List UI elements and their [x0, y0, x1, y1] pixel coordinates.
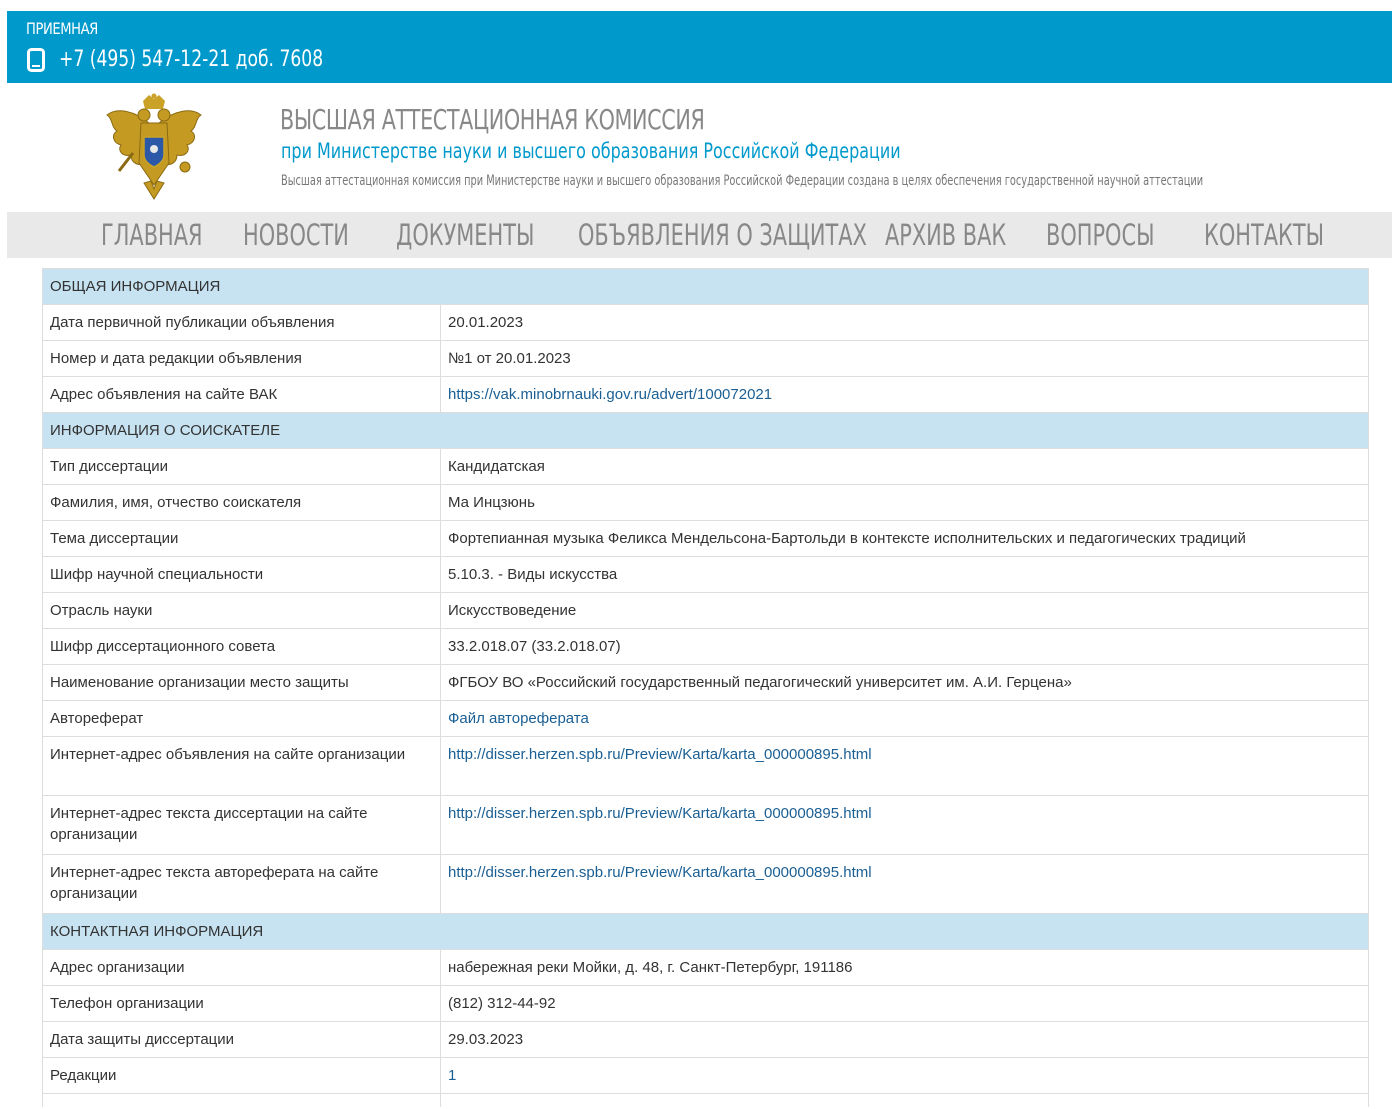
site-title[interactable]: ВЫСШАЯ АТТЕСТАЦИОННАЯ КОМИССИЯ: [280, 103, 705, 136]
table-row: Интернет-адрес текста автореферата на са…: [42, 854, 1369, 914]
mobile-phone-icon: [27, 47, 45, 72]
dissertation-text-link[interactable]: http://disser.herzen.spb.ru/Preview/Kart…: [448, 805, 872, 822]
row-value: Ма Инцзюнь: [440, 484, 1369, 521]
announcement-table: ОБЩАЯ ИНФОРМАЦИЯ Дата первичной публикац…: [42, 268, 1369, 1107]
nav-item-documents[interactable]: ДОКУМЕНТЫ: [396, 218, 534, 252]
row-value-cell: https://vak.minobrnauki.gov.ru/advert/10…: [440, 376, 1369, 413]
row-label: Телефон организации: [42, 985, 441, 1022]
row-value-cell: http://disser.herzen.spb.ru/Preview/Kart…: [440, 795, 1369, 855]
edition-link[interactable]: 1: [448, 1067, 456, 1084]
nav-item-vak-archive[interactable]: АРХИВ ВАК: [885, 218, 1006, 252]
reception-label: ПРИЕМНАЯ: [26, 19, 98, 38]
site-header: ВЫСШАЯ АТТЕСТАЦИОННАЯ КОМИССИЯ при Минис…: [7, 83, 1392, 212]
row-value: 20.01.2023: [440, 304, 1369, 341]
section-header: КОНТАКТНАЯ ИНФОРМАЦИЯ: [42, 913, 1369, 950]
row-value: 5.10.3. - Виды искусства: [440, 556, 1369, 593]
row-label: Тема диссертации: [42, 520, 441, 557]
row-label: Отрасль науки: [42, 592, 441, 629]
section-header: ИНФОРМАЦИЯ О СОИСКАТЕЛЕ: [42, 412, 1369, 449]
nav-item-home[interactable]: ГЛАВНАЯ: [101, 218, 203, 252]
main-nav: ГЛАВНАЯ НОВОСТИ ДОКУМЕНТЫ ОБЪЯВЛЕНИЯ О З…: [7, 212, 1392, 258]
row-value: Фортепианная музыка Феликса Мендельсона-…: [440, 520, 1369, 557]
site-description: Высшая аттестационная комиссия при Минис…: [281, 173, 1204, 189]
row-value: (812) 312-44-92: [440, 985, 1369, 1022]
nav-item-contacts[interactable]: КОНТАКТЫ: [1204, 218, 1324, 252]
nav-item-defense-announcements[interactable]: ОБЪЯВЛЕНИЯ О ЗАЩИТАХ: [578, 218, 867, 252]
row-value-cell: 1: [440, 1057, 1369, 1094]
row-label: Интернет-адрес текста диссертации на сай…: [42, 795, 441, 855]
abstract-text-link[interactable]: http://disser.herzen.spb.ru/Preview/Kart…: [448, 864, 872, 881]
row-label: Наименование организации место защиты: [42, 664, 441, 701]
table-row: Автореферат Файл автореферата: [42, 700, 1369, 737]
org-advert-link[interactable]: http://disser.herzen.spb.ru/Preview/Kart…: [448, 746, 872, 763]
row-label: Шифр научной специальности: [42, 556, 441, 593]
row-label: Дата защиты диссертации: [42, 1021, 441, 1058]
table-row: Дата защиты диссертации 29.03.2023: [42, 1021, 1369, 1058]
table-row: Тема диссертации Фортепианная музыка Фел…: [42, 520, 1369, 557]
table-row: [42, 1093, 1369, 1107]
top-contact-bar: ПРИЕМНАЯ +7 (495) 547-12-21 доб. 7608: [7, 11, 1392, 83]
table-row: Адрес объявления на сайте ВАК https://va…: [42, 376, 1369, 413]
row-label: Интернет-адрес текста автореферата на са…: [42, 854, 441, 914]
table-row: Шифр научной специальности 5.10.3. - Вид…: [42, 556, 1369, 593]
row-value: набережная реки Мойки, д. 48, г. Санкт-П…: [440, 949, 1369, 986]
table-row: Дата первичной публикации объявления 20.…: [42, 304, 1369, 341]
table-row: Шифр диссертационного совета 33.2.018.07…: [42, 628, 1369, 665]
row-value-cell: http://disser.herzen.spb.ru/Preview/Kart…: [440, 854, 1369, 914]
row-label: Адрес объявления на сайте ВАК: [42, 376, 441, 413]
row-value: Искусствоведение: [440, 592, 1369, 629]
table-row: Редакции 1: [42, 1057, 1369, 1094]
row-label: Тип диссертации: [42, 448, 441, 485]
row-label: Адрес организации: [42, 949, 441, 986]
row-label: Шифр диссертационного совета: [42, 628, 441, 665]
row-label: Автореферат: [42, 700, 441, 737]
row-value: 33.2.018.07 (33.2.018.07): [440, 628, 1369, 665]
reception-phone[interactable]: +7 (495) 547-12-21 доб. 7608: [59, 47, 323, 72]
table-row: Тип диссертации Кандидатская: [42, 448, 1369, 485]
row-value: Кандидатская: [440, 448, 1369, 485]
table-row: Телефон организации (812) 312-44-92: [42, 985, 1369, 1022]
row-value-cell: http://disser.herzen.spb.ru/Preview/Kart…: [440, 736, 1369, 796]
row-value: ФГБОУ ВО «Российский государственный пед…: [440, 664, 1369, 701]
russian-coat-of-arms-emblem[interactable]: [99, 93, 209, 203]
row-value-cell: Файл автореферата: [440, 700, 1369, 737]
site-subtitle: при Министерстве науки и высшего образов…: [281, 139, 901, 163]
row-value: 29.03.2023: [440, 1021, 1369, 1058]
section-applicant: ИНФОРМАЦИЯ О СОИСКАТЕЛЕ: [42, 412, 1369, 449]
section-header: ОБЩАЯ ИНФОРМАЦИЯ: [42, 268, 1369, 305]
row-label: Интернет-адрес объявления на сайте орган…: [42, 736, 441, 796]
row-label: Редакции: [42, 1057, 441, 1094]
vak-advert-link[interactable]: https://vak.minobrnauki.gov.ru/advert/10…: [448, 386, 772, 403]
abstract-file-link[interactable]: Файл автореферата: [448, 710, 589, 727]
table-row: Отрасль науки Искусствоведение: [42, 592, 1369, 629]
row-label: Номер и дата редакции объявления: [42, 340, 441, 377]
table-row: Наименование организации место защиты ФГ…: [42, 664, 1369, 701]
row-value: [440, 1093, 1369, 1107]
table-row: Адрес организации набережная реки Мойки,…: [42, 949, 1369, 986]
row-label: Дата первичной публикации объявления: [42, 304, 441, 341]
nav-item-news[interactable]: НОВОСТИ: [243, 218, 349, 252]
table-row: Номер и дата редакции объявления №1 от 2…: [42, 340, 1369, 377]
nav-item-questions[interactable]: ВОПРОСЫ: [1046, 218, 1154, 252]
table-row: Интернет-адрес текста диссертации на сай…: [42, 795, 1369, 855]
table-row: Фамилия, имя, отчество соискателя Ма Инц…: [42, 484, 1369, 521]
phone-row: +7 (495) 547-12-21 доб. 7608: [27, 47, 398, 72]
section-contact: КОНТАКТНАЯ ИНФОРМАЦИЯ: [42, 913, 1369, 950]
table-row: Интернет-адрес объявления на сайте орган…: [42, 736, 1369, 796]
row-label: Фамилия, имя, отчество соискателя: [42, 484, 441, 521]
row-value: №1 от 20.01.2023: [440, 340, 1369, 377]
row-label: [42, 1093, 441, 1107]
section-general: ОБЩАЯ ИНФОРМАЦИЯ: [42, 268, 1369, 305]
